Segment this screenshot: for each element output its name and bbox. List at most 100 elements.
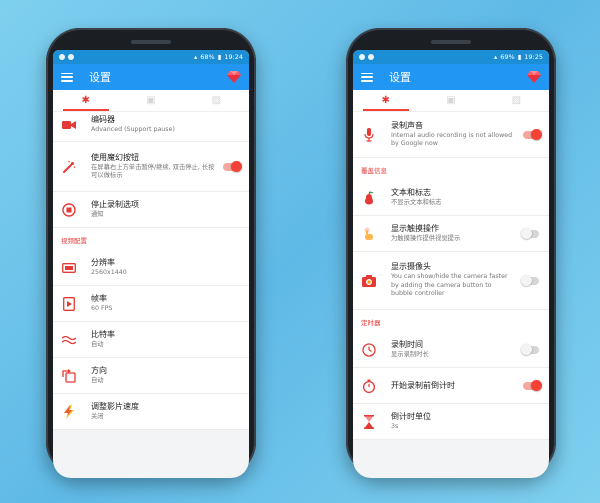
setting-show-camera[interactable]: 显示摄像头 You can show/hide the camera faste… [353,252,549,310]
notification-icon [59,54,65,60]
setting-record-audio[interactable]: 录制声音 Internal audio recording is not all… [353,112,549,158]
video-list-icon: ▣ [446,94,456,106]
setting-text-logo[interactable]: 文本和标志 不显示文本和标志 [353,180,549,216]
setting-title: 录制时间 [391,339,423,349]
setting-subtitle: 在屏幕右上方单击暂停/继续, 双击停止, 长按可以做标示 [91,163,215,180]
rotate-icon [61,368,77,384]
record-audio-toggle[interactable] [523,129,542,140]
setting-title: 方向 [91,365,107,375]
clock: 19:24 [224,53,243,61]
image-icon: ▨ [211,94,222,106]
setting-subtitle: 60 FPS [91,304,113,312]
clock: 19:25 [524,53,543,61]
countdown-toggle[interactable] [523,380,542,391]
settings-list: 录制声音 Internal audio recording is not all… [353,112,549,440]
setting-subtitle: 显示录制时长 [391,350,429,358]
camera-icon [361,273,377,289]
setting-countdown-unit[interactable]: 倒计时单位 3s [353,404,549,440]
setting-bitrate[interactable]: 比特率 自动 [53,322,249,358]
phone-right: ▴ 69% ▮ 19:25 设置 ✱ ▣ ▨ 录制声音 Internal aud… [346,28,556,478]
setting-record-duration[interactable]: 录制时间 显示录制时长 [353,332,549,368]
setting-subtitle: You can show/hide the camera faster by a… [391,273,508,298]
setting-subtitle: 2560x1440 [91,268,127,276]
setting-encoder[interactable]: 编码器 Advanced (Support pause) [53,112,249,142]
setting-title: 倒计时单位 [391,411,431,421]
section-timer: 定时器 [353,310,549,332]
diamond-icon[interactable] [227,71,241,83]
microphone-icon [361,127,377,143]
status-bar: ▴ 68% ▮ 19:24 [53,50,249,64]
video-camera-icon [61,117,77,133]
setting-title: 比特率 [91,329,115,339]
setting-title: 使用魔幻按钮 [91,152,139,162]
clock-icon [361,342,377,358]
setting-resolution[interactable]: 分辨率 2560x1440 [53,250,249,286]
menu-icon[interactable] [61,72,73,82]
setting-orientation[interactable]: 方向 自动 [53,358,249,394]
setting-subtitle: 自动 [91,340,104,348]
setting-title: 文本和标志 [391,187,431,197]
gear-icon: ✱ [81,94,90,106]
show-camera-toggle[interactable] [521,275,539,286]
setting-title: 停止录制选项 [91,199,139,209]
setting-title: 编码器 [91,114,115,124]
page-title: 设置 [89,71,111,84]
stop-circle-icon [61,202,77,218]
battery-icon: ▮ [517,53,522,61]
magic-button-toggle[interactable] [223,161,242,172]
bluetooth-icon [368,54,374,60]
section-overlay-info: 覆盖信息 [353,158,549,180]
setting-subtitle: 通知 [91,210,104,218]
magic-wand-icon [61,159,77,175]
setting-countdown[interactable]: 开始录制前倒计时 [353,368,549,404]
touch-hand-icon [361,226,377,242]
battery-icon: ▮ [217,53,222,61]
menu-icon[interactable] [361,72,373,82]
screen-right: ▴ 69% ▮ 19:25 设置 ✱ ▣ ▨ 录制声音 Internal aud… [353,50,549,478]
image-icon: ▨ [511,94,522,106]
setting-subtitle: 关闭 [91,412,104,420]
page-title: 设置 [389,71,411,84]
setting-magic-button[interactable]: 使用魔幻按钮 在屏幕右上方单击暂停/继续, 双击停止, 长按可以做标示 [53,142,249,192]
tab-videos[interactable]: ▣ [118,90,183,111]
pear-icon [361,190,377,206]
setting-title: 帧率 [91,293,107,303]
tab-bar: ✱ ▣ ▨ [353,90,549,112]
resolution-icon [61,260,77,276]
diamond-icon[interactable] [527,71,541,83]
phone-left: ▴ 68% ▮ 19:24 设置 ✱ ▣ ▨ 编码器 Advanced (Sup… [46,28,256,478]
notification-icon [359,54,365,60]
setting-subtitle: 为触摸操作提供视觉提示 [391,234,461,242]
tab-settings[interactable]: ✱ [53,90,118,111]
lightning-icon [61,404,77,420]
setting-title: 录制声音 [391,120,423,130]
show-touches-toggle[interactable] [521,228,539,239]
frame-rate-icon [61,296,77,312]
tab-bar: ✱ ▣ ▨ [53,90,249,112]
setting-title: 调整影片速度 [91,401,139,411]
video-list-icon: ▣ [146,94,156,106]
setting-speed[interactable]: 调整影片速度 关闭 [53,394,249,430]
record-duration-toggle[interactable] [521,344,539,355]
setting-subtitle: 3s [391,422,399,430]
setting-frame-rate[interactable]: 帧率 60 FPS [53,286,249,322]
bluetooth-icon [68,54,74,60]
bitrate-wave-icon [61,332,77,348]
signal-icon: ▴ [193,53,198,61]
gear-icon: ✱ [381,94,390,106]
signal-icon: ▴ [493,53,498,61]
tab-images[interactable]: ▨ [184,90,249,111]
setting-show-touches[interactable]: 显示触摸操作 为触摸操作提供视觉提示 [353,216,549,252]
setting-stop-options[interactable]: 停止录制选项 通知 [53,192,249,228]
setting-subtitle: 自动 [91,376,104,384]
tab-settings[interactable]: ✱ [353,90,418,111]
setting-subtitle: 不显示文本和标志 [391,198,442,206]
setting-subtitle: Internal audio recording is not allowed … [391,131,513,148]
stopwatch-icon [361,378,377,394]
setting-title: 显示摄像头 [391,262,431,272]
tab-images[interactable]: ▨ [484,90,549,111]
screen-left: ▴ 68% ▮ 19:24 设置 ✱ ▣ ▨ 编码器 Advanced (Sup… [53,50,249,478]
tab-videos[interactable]: ▣ [418,90,483,111]
section-video-config: 视频配置 [53,228,249,250]
battery-level: 69% [500,53,515,61]
